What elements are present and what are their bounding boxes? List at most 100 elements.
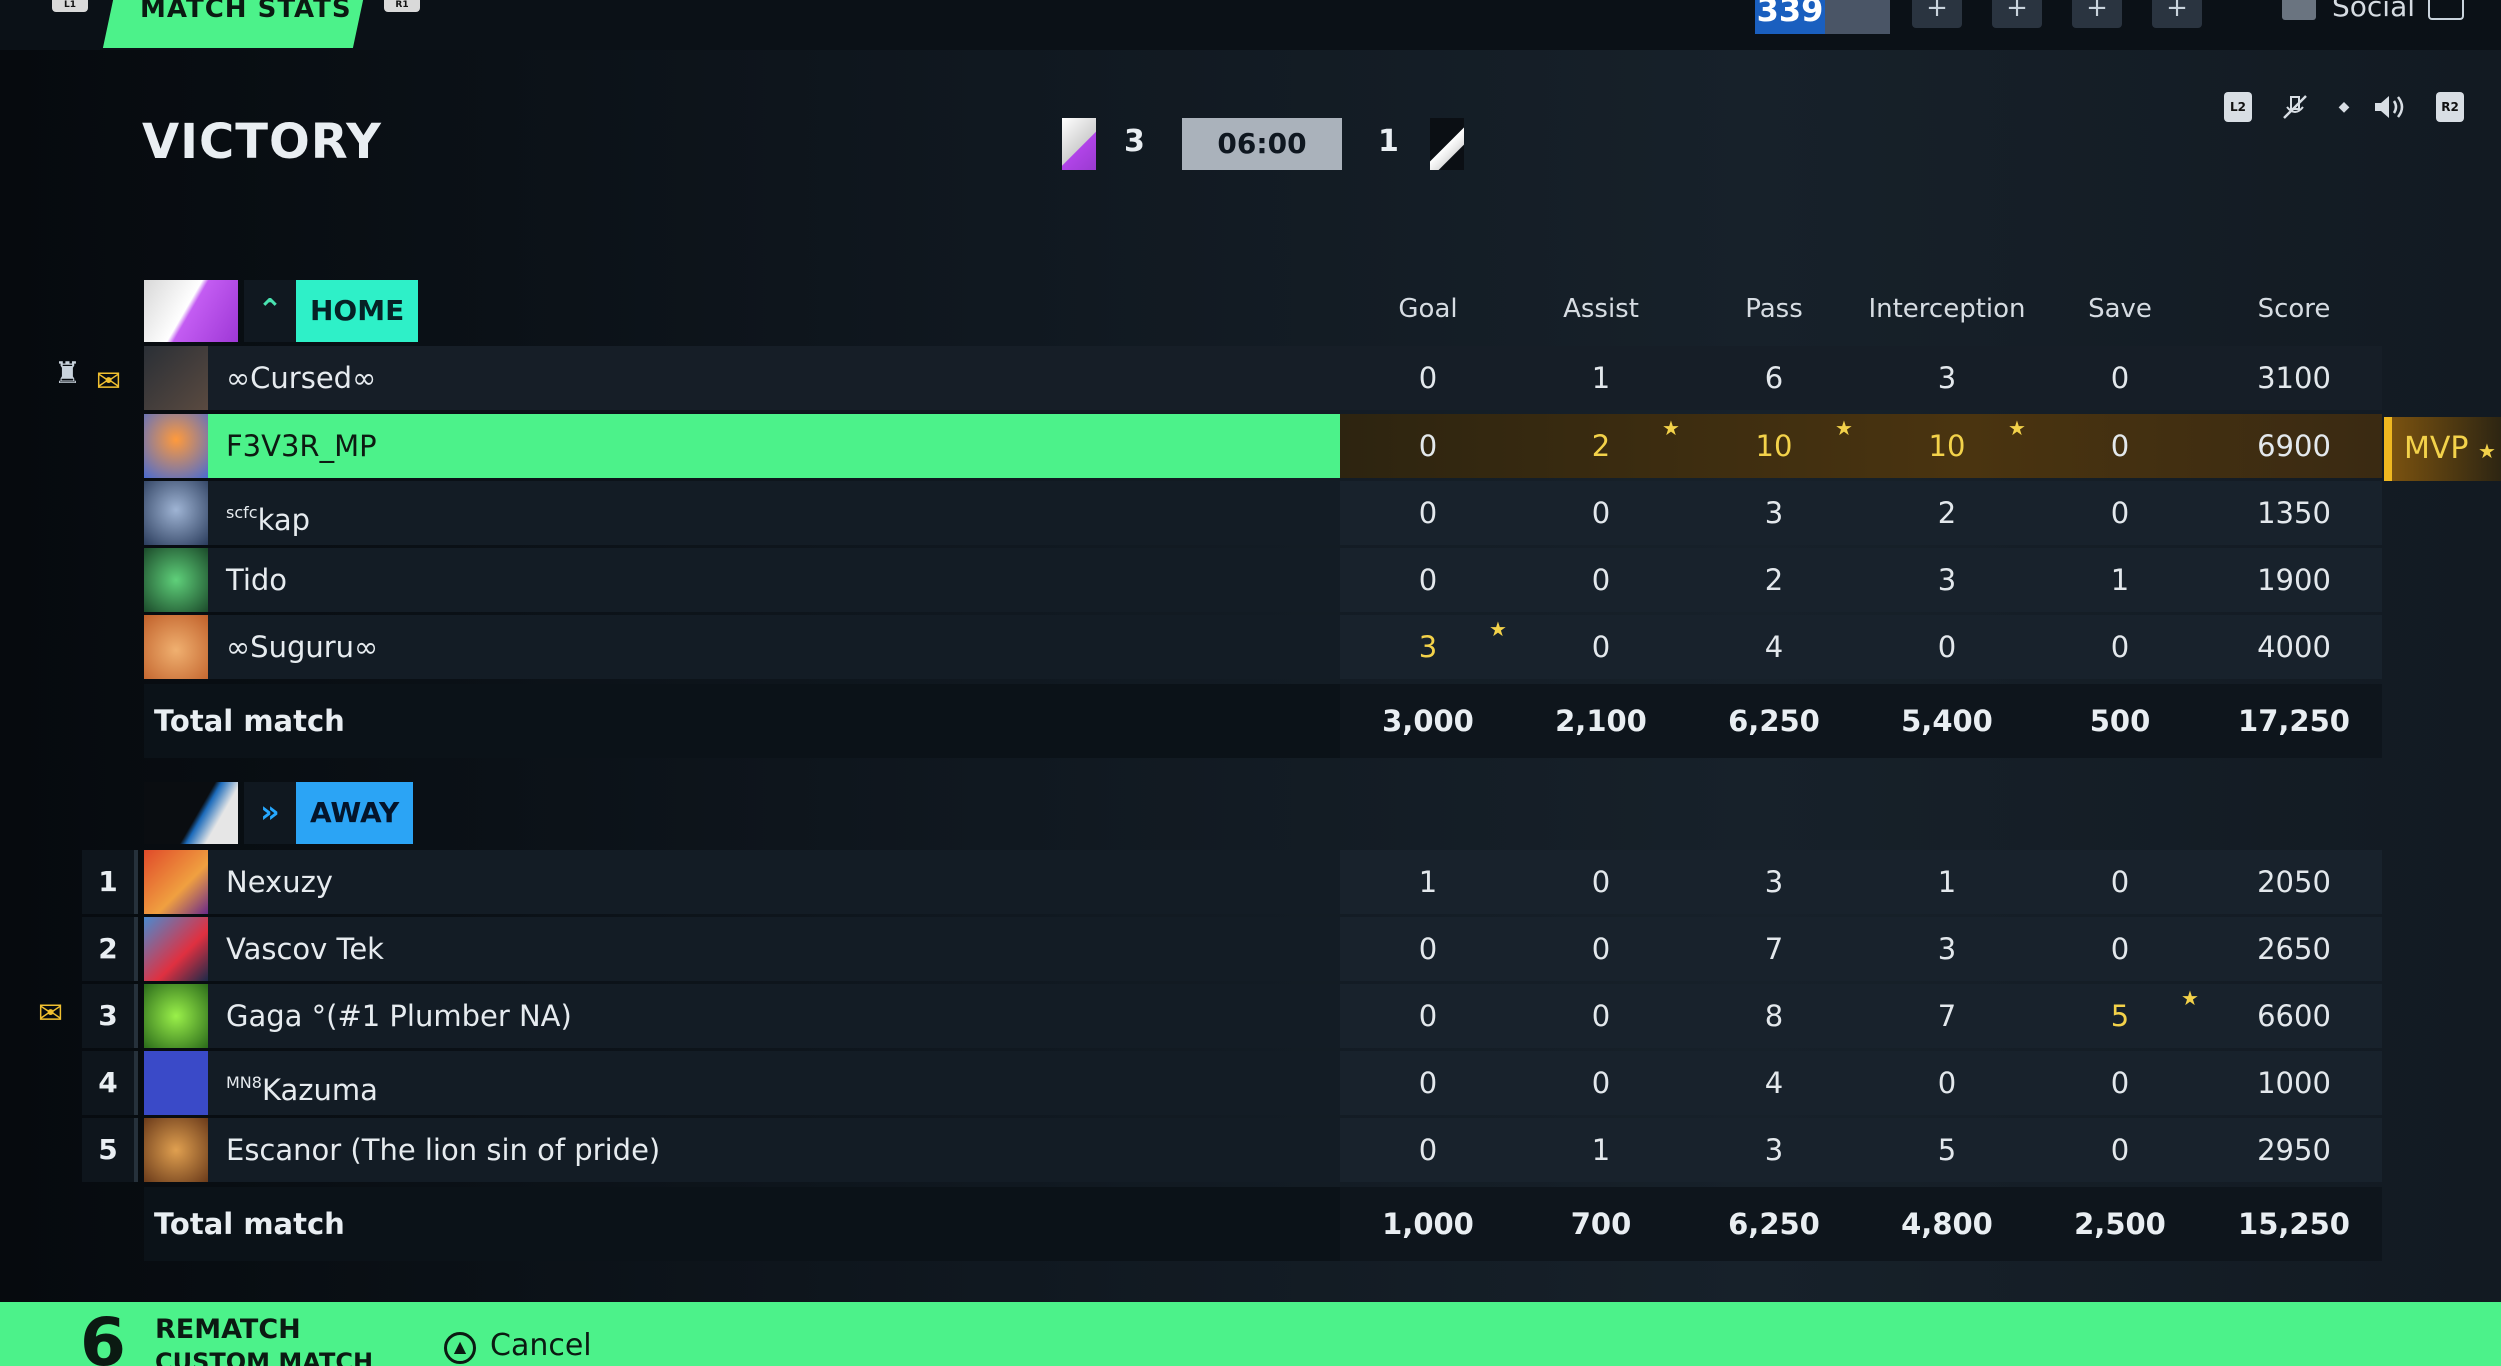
column-header-pass: Pass	[1745, 294, 1803, 324]
invite-slot-plus-icon[interactable]: +	[1912, 0, 1962, 28]
cancel-button[interactable]: Cancel	[490, 1328, 592, 1363]
custom-match-label: CUSTOM MATCH	[155, 1348, 374, 1366]
invite-slot-plus-icon[interactable]: +	[2152, 0, 2202, 28]
stat-assist: 0	[1591, 496, 1611, 530]
total-score: 15,250	[2238, 1207, 2350, 1241]
total-save: 2,500	[2074, 1207, 2166, 1241]
avatar[interactable]	[144, 917, 208, 981]
stat-score: 2050	[2257, 865, 2331, 899]
stat-goal: 0	[1418, 361, 1438, 395]
mvp-label: MVP	[2404, 431, 2469, 466]
rematch-button[interactable]: REMATCH	[155, 1314, 301, 1345]
stat-score: 2650	[2257, 932, 2331, 966]
footer-bar	[0, 1302, 2501, 1366]
stat-goal: 0	[1418, 1066, 1438, 1100]
stat-interception: 3	[1937, 361, 1957, 395]
player-name: F3V3R_MP	[226, 429, 377, 463]
social-button[interactable]: Social	[2332, 0, 2415, 23]
stat-interception: 1	[1937, 865, 1957, 899]
table-row[interactable]: Escanor (The lion sin of pride) 0 1 3 5 …	[144, 1118, 2382, 1182]
mic-muted-icon[interactable]	[2280, 92, 2308, 122]
social-icon[interactable]	[2282, 0, 2316, 20]
stat-score: 6600	[2257, 999, 2331, 1033]
column-header-score: Score	[2257, 294, 2331, 324]
table-row[interactable]: Tido 0 0 2 3 1 1900	[144, 548, 2382, 612]
star-icon: ★	[1489, 617, 1507, 641]
stat-score: 2950	[2257, 1133, 2331, 1167]
keyboard-icon[interactable]	[2428, 0, 2464, 20]
total-interception: 4,800	[1901, 1207, 1993, 1241]
party-leader-icon: ♜	[54, 356, 81, 391]
total-save: 500	[2089, 704, 2151, 738]
stat-goal: 0	[1418, 999, 1438, 1033]
home-total-row: Total match 3,000 2,100 6,250 5,400 500 …	[144, 684, 2382, 758]
stat-assist: 0	[1591, 1066, 1611, 1100]
stat-goal: 0	[1418, 496, 1438, 530]
top-nav-bar: L1 MATCH STATS R1 339 + + + + Social	[0, 0, 2501, 50]
player-level-badge: 339	[1755, 0, 1825, 34]
avatar[interactable]	[144, 1118, 208, 1182]
home-team-badge	[144, 280, 238, 342]
table-row[interactable]: ∞Cursed∞ 0 1 6 3 0 3100	[144, 346, 2382, 410]
away-team-label: AWAY	[296, 782, 414, 844]
avatar[interactable]	[144, 1051, 208, 1115]
stat-assist: 0	[1591, 630, 1611, 664]
player-name: MN8Kazuma	[226, 1051, 378, 1115]
table-row[interactable]: Vascov Tek 0 0 7 3 0 2650	[144, 917, 2382, 981]
stat-score: 1000	[2257, 1066, 2331, 1100]
table-row[interactable]: Nexuzy 1 0 3 1 0 2050	[144, 850, 2382, 914]
player-name-text: Kazuma	[261, 1073, 378, 1107]
table-row[interactable]: ∞Suguru∞ 3 ★ 0 4 0 0 4000	[144, 615, 2382, 679]
stat-save: 1	[2110, 563, 2130, 597]
stat-save: 0	[2110, 1066, 2130, 1100]
stat-pass: 4	[1764, 630, 1784, 664]
table-row[interactable]: F3V3R_MP 0 2 ★ 10 ★ 10 ★ 0 6900	[144, 414, 2382, 478]
away-score: 1	[1378, 124, 1399, 159]
stat-assist: 0	[1591, 865, 1611, 899]
stat-pass: 3	[1764, 496, 1784, 530]
avatar[interactable]	[144, 850, 208, 914]
rematch-countdown: 6	[80, 1304, 126, 1366]
home-team-icon: ⌃	[244, 280, 296, 342]
stat-save: 0	[2110, 1133, 2130, 1167]
invite-slot-plus-icon[interactable]: +	[2072, 0, 2122, 28]
table-row[interactable]: scfckap 0 0 3 2 0 1350	[144, 481, 2382, 545]
avatar[interactable]	[144, 346, 208, 410]
avatar[interactable]	[144, 481, 208, 545]
column-header-assist: Assist	[1563, 294, 1639, 324]
column-header-interception: Interception	[1868, 294, 2026, 324]
table-row[interactable]: Gaga °(#1 Plumber NA) 0 0 8 7 5 ★ 6600	[144, 984, 2382, 1048]
r2-button-icon[interactable]: R2	[2436, 92, 2464, 122]
away-team-badge	[144, 782, 238, 844]
match-result-title: VICTORY	[142, 114, 382, 170]
avatar[interactable]	[144, 414, 208, 478]
stat-interception: 5	[1937, 1133, 1957, 1167]
player-name: Vascov Tek	[226, 932, 384, 966]
r1-button-icon[interactable]: R1	[384, 0, 420, 12]
avatar[interactable]	[144, 615, 208, 679]
stat-goal: 1	[1418, 865, 1438, 899]
mvp-tag: MVP ★	[2384, 417, 2501, 481]
triangle-button-icon[interactable]: ▲	[444, 1332, 476, 1364]
avatar[interactable]	[144, 984, 208, 1048]
invite-slot-plus-icon[interactable]: +	[1992, 0, 2042, 28]
player-name: ∞Cursed∞	[226, 361, 377, 395]
player-prefix: scfc	[226, 503, 258, 522]
stat-interception: 7	[1937, 999, 1957, 1033]
rank-number: 5	[82, 1118, 138, 1182]
stat-save: 0	[2110, 630, 2130, 664]
stat-goal: 0	[1418, 932, 1438, 966]
stat-pass: 4	[1764, 1066, 1784, 1100]
column-header-save: Save	[2088, 294, 2152, 324]
table-row[interactable]: MN8Kazuma 0 0 4 0 0 1000	[144, 1051, 2382, 1115]
stat-assist: 0	[1591, 932, 1611, 966]
l2-button-icon[interactable]: L2	[2224, 92, 2252, 122]
speaker-icon[interactable]	[2372, 92, 2404, 122]
l1-button-icon[interactable]: L1	[52, 0, 88, 12]
avatar[interactable]	[144, 548, 208, 612]
player-prefix: MN8	[226, 1073, 262, 1092]
ticket-icon: ✉	[96, 364, 122, 399]
stat-pass: 3	[1764, 865, 1784, 899]
party-avatar[interactable]	[1825, 0, 1890, 34]
stat-score: 1900	[2257, 563, 2331, 597]
